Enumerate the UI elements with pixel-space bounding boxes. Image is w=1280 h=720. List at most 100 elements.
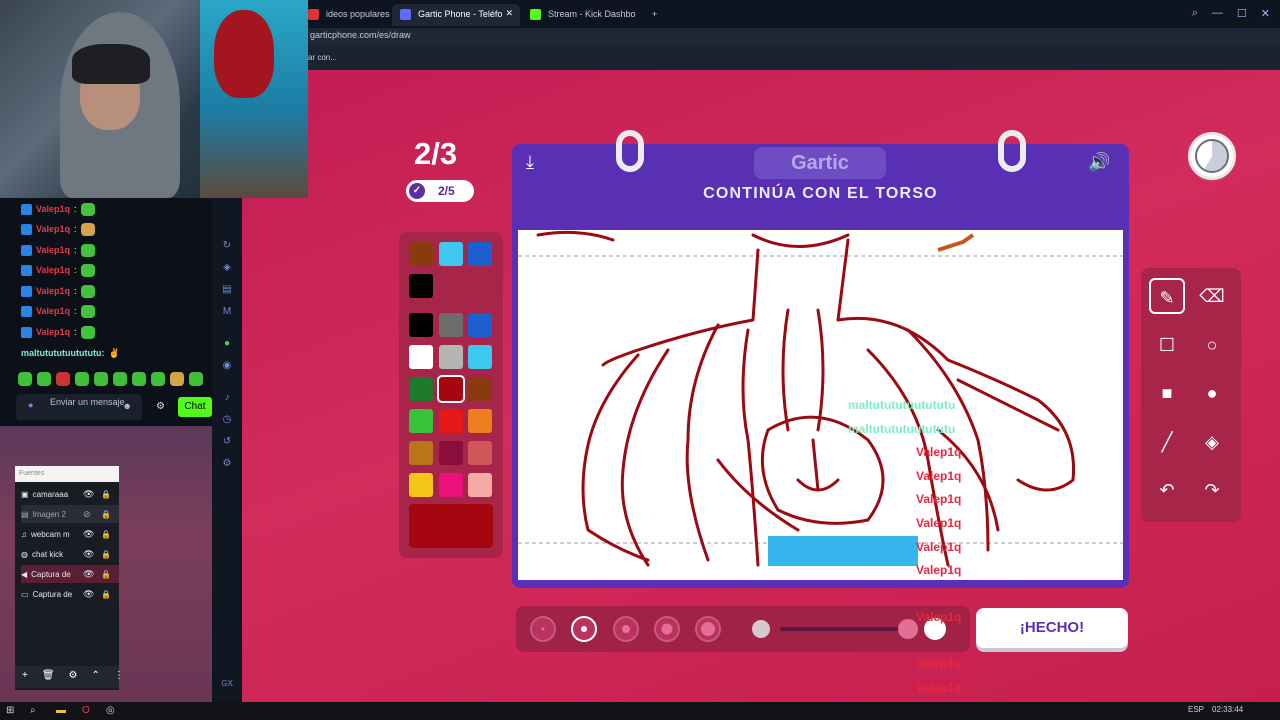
bag-icon[interactable]: ◈	[221, 262, 233, 274]
new-tab-button[interactable]: +	[648, 4, 666, 26]
color-swatch[interactable]	[409, 313, 433, 337]
line-tool[interactable]: ╱	[1149, 424, 1185, 460]
color-swatch[interactable]	[409, 242, 433, 266]
tab-gartic-phone[interactable]: Gartic Phone - Teléfo ✕	[392, 4, 520, 26]
m-icon[interactable]: M	[221, 306, 233, 318]
windows-icon[interactable]: ⊞	[6, 705, 14, 716]
lock-icon[interactable]: 🔒	[101, 550, 111, 559]
opera-icon[interactable]: O	[82, 705, 90, 716]
emote-icon[interactable]	[113, 372, 127, 386]
eye-icon[interactable]: 👁	[83, 549, 94, 560]
ellipse-fill-tool[interactable]: ●	[1194, 375, 1230, 411]
gx-icon[interactable]: GX	[221, 678, 233, 690]
color-swatch[interactable]	[409, 473, 433, 497]
close-window-icon[interactable]: ✕	[1261, 7, 1270, 20]
language-indicator[interactable]: ESP	[1188, 705, 1204, 714]
minimize-icon[interactable]: —	[1212, 7, 1223, 20]
emoji-icon[interactable]: ☻	[123, 401, 132, 412]
search-icon[interactable]: ⌕	[30, 705, 36, 716]
chat-send-button[interactable]: Chat	[178, 397, 212, 417]
color-swatch[interactable]	[468, 377, 492, 401]
close-tab-icon[interactable]: ✕	[505, 8, 513, 19]
chat-input[interactable]: ● Enviar un mensaje ☻	[16, 394, 142, 420]
rectangle-outline-tool[interactable]: ☐	[1149, 327, 1185, 363]
emote-icon[interactable]	[37, 372, 51, 386]
color-swatch[interactable]	[439, 345, 463, 369]
emote-icon[interactable]	[56, 372, 70, 386]
clock[interactable]: 02:33:44	[1212, 705, 1243, 714]
eraser-tool[interactable]: ⌫	[1194, 278, 1230, 314]
lock-icon[interactable]: 🔒	[101, 590, 111, 599]
color-swatch[interactable]	[468, 473, 492, 497]
eye-icon[interactable]: 👁	[83, 529, 94, 540]
lock-icon[interactable]: 🔒	[101, 570, 111, 579]
color-swatch[interactable]	[409, 409, 433, 433]
color-swatch[interactable]	[468, 345, 492, 369]
chat-settings-icon[interactable]: ⚙	[156, 401, 165, 412]
undo-icon[interactable]: ↶	[1149, 472, 1185, 508]
clock-icon[interactable]: ◷	[221, 414, 233, 426]
whatsapp-icon[interactable]: ●	[221, 338, 233, 350]
color-swatch[interactable]	[439, 409, 463, 433]
emote-icon[interactable]	[170, 372, 184, 386]
brush-size-3[interactable]	[613, 616, 639, 642]
eye-icon[interactable]: 👁	[83, 589, 94, 600]
obs-source-item[interactable]: ◍ chat kick 👁 🔒	[21, 545, 119, 563]
obs-source-item[interactable]: ♫ webcam m 👁 🔒	[21, 525, 119, 543]
brush-size-2[interactable]	[571, 616, 597, 642]
color-swatch[interactable]	[437, 375, 465, 403]
ellipse-outline-tool[interactable]: ○	[1194, 327, 1230, 363]
color-swatch[interactable]	[468, 242, 492, 266]
add-icon[interactable]: +	[22, 670, 28, 688]
refresh-icon[interactable]: ↻	[221, 240, 233, 252]
eye-icon[interactable]: 👁	[83, 569, 94, 580]
discord-icon[interactable]: ◉	[221, 360, 233, 372]
maximize-icon[interactable]: ☐	[1237, 7, 1247, 20]
color-swatch[interactable]	[468, 313, 492, 337]
color-swatch[interactable]	[439, 473, 463, 497]
settings-icon[interactable]: ⚙	[221, 458, 233, 470]
more-icon[interactable]: ⋮	[114, 670, 124, 688]
music-icon[interactable]: ♪	[221, 392, 233, 404]
lock-icon[interactable]: 🔒	[101, 490, 111, 499]
pencil-tool[interactable]: ✎	[1149, 278, 1185, 314]
opacity-slider-handle[interactable]	[898, 619, 918, 639]
color-swatch[interactable]	[409, 377, 433, 401]
folder-icon[interactable]: ▬	[56, 705, 66, 716]
mic-icon[interactable]: ●	[28, 400, 33, 411]
gear-icon[interactable]: ⚙	[69, 670, 78, 688]
brush-size-1[interactable]	[530, 616, 556, 642]
history-icon[interactable]: ↺	[221, 436, 233, 448]
opacity-slider[interactable]	[780, 627, 910, 631]
obs-source-item[interactable]: ◀ Captura de 👁 🔒	[21, 565, 119, 583]
color-swatch[interactable]	[439, 242, 463, 266]
eye-off-icon[interactable]: ⊘	[83, 509, 91, 520]
speaker-icon[interactable]: 🔊	[1088, 152, 1114, 174]
color-swatch[interactable]	[439, 441, 463, 465]
color-swatch[interactable]	[468, 409, 492, 433]
search-icon[interactable]: ⌕	[1192, 7, 1198, 20]
brush-size-5[interactable]	[695, 616, 721, 642]
color-swatch[interactable]	[409, 274, 433, 298]
emote-icon[interactable]	[189, 372, 203, 386]
color-swatch[interactable]	[409, 345, 433, 369]
emote-icon[interactable]	[75, 372, 89, 386]
chevron-up-icon[interactable]: ⌃	[92, 670, 100, 688]
color-swatch[interactable]	[409, 441, 433, 465]
obs-source-item[interactable]: ▭ Captura de 👁 🔒	[21, 585, 119, 603]
bucket-tool[interactable]: ◈	[1194, 424, 1230, 460]
emote-icon[interactable]	[18, 372, 32, 386]
tab-kick-dashboard[interactable]: Stream - Kick Dashbo	[522, 4, 646, 26]
lock-icon[interactable]: 🔒	[101, 510, 111, 519]
brush-size-4[interactable]	[654, 616, 680, 642]
obs-source-item[interactable]: ▣ camaraaa 👁 🔒	[21, 485, 119, 503]
emote-icon[interactable]	[151, 372, 165, 386]
done-button[interactable]: ¡HECHO!	[976, 608, 1128, 648]
drawing-canvas[interactable]	[518, 230, 1123, 580]
emote-icon[interactable]	[132, 372, 146, 386]
color-swatch[interactable]	[468, 441, 492, 465]
trash-icon[interactable]: 🗑	[42, 670, 55, 688]
eye-icon[interactable]: 👁	[83, 489, 94, 500]
obs-icon[interactable]: ◎	[106, 705, 115, 716]
color-swatch[interactable]	[439, 313, 463, 337]
